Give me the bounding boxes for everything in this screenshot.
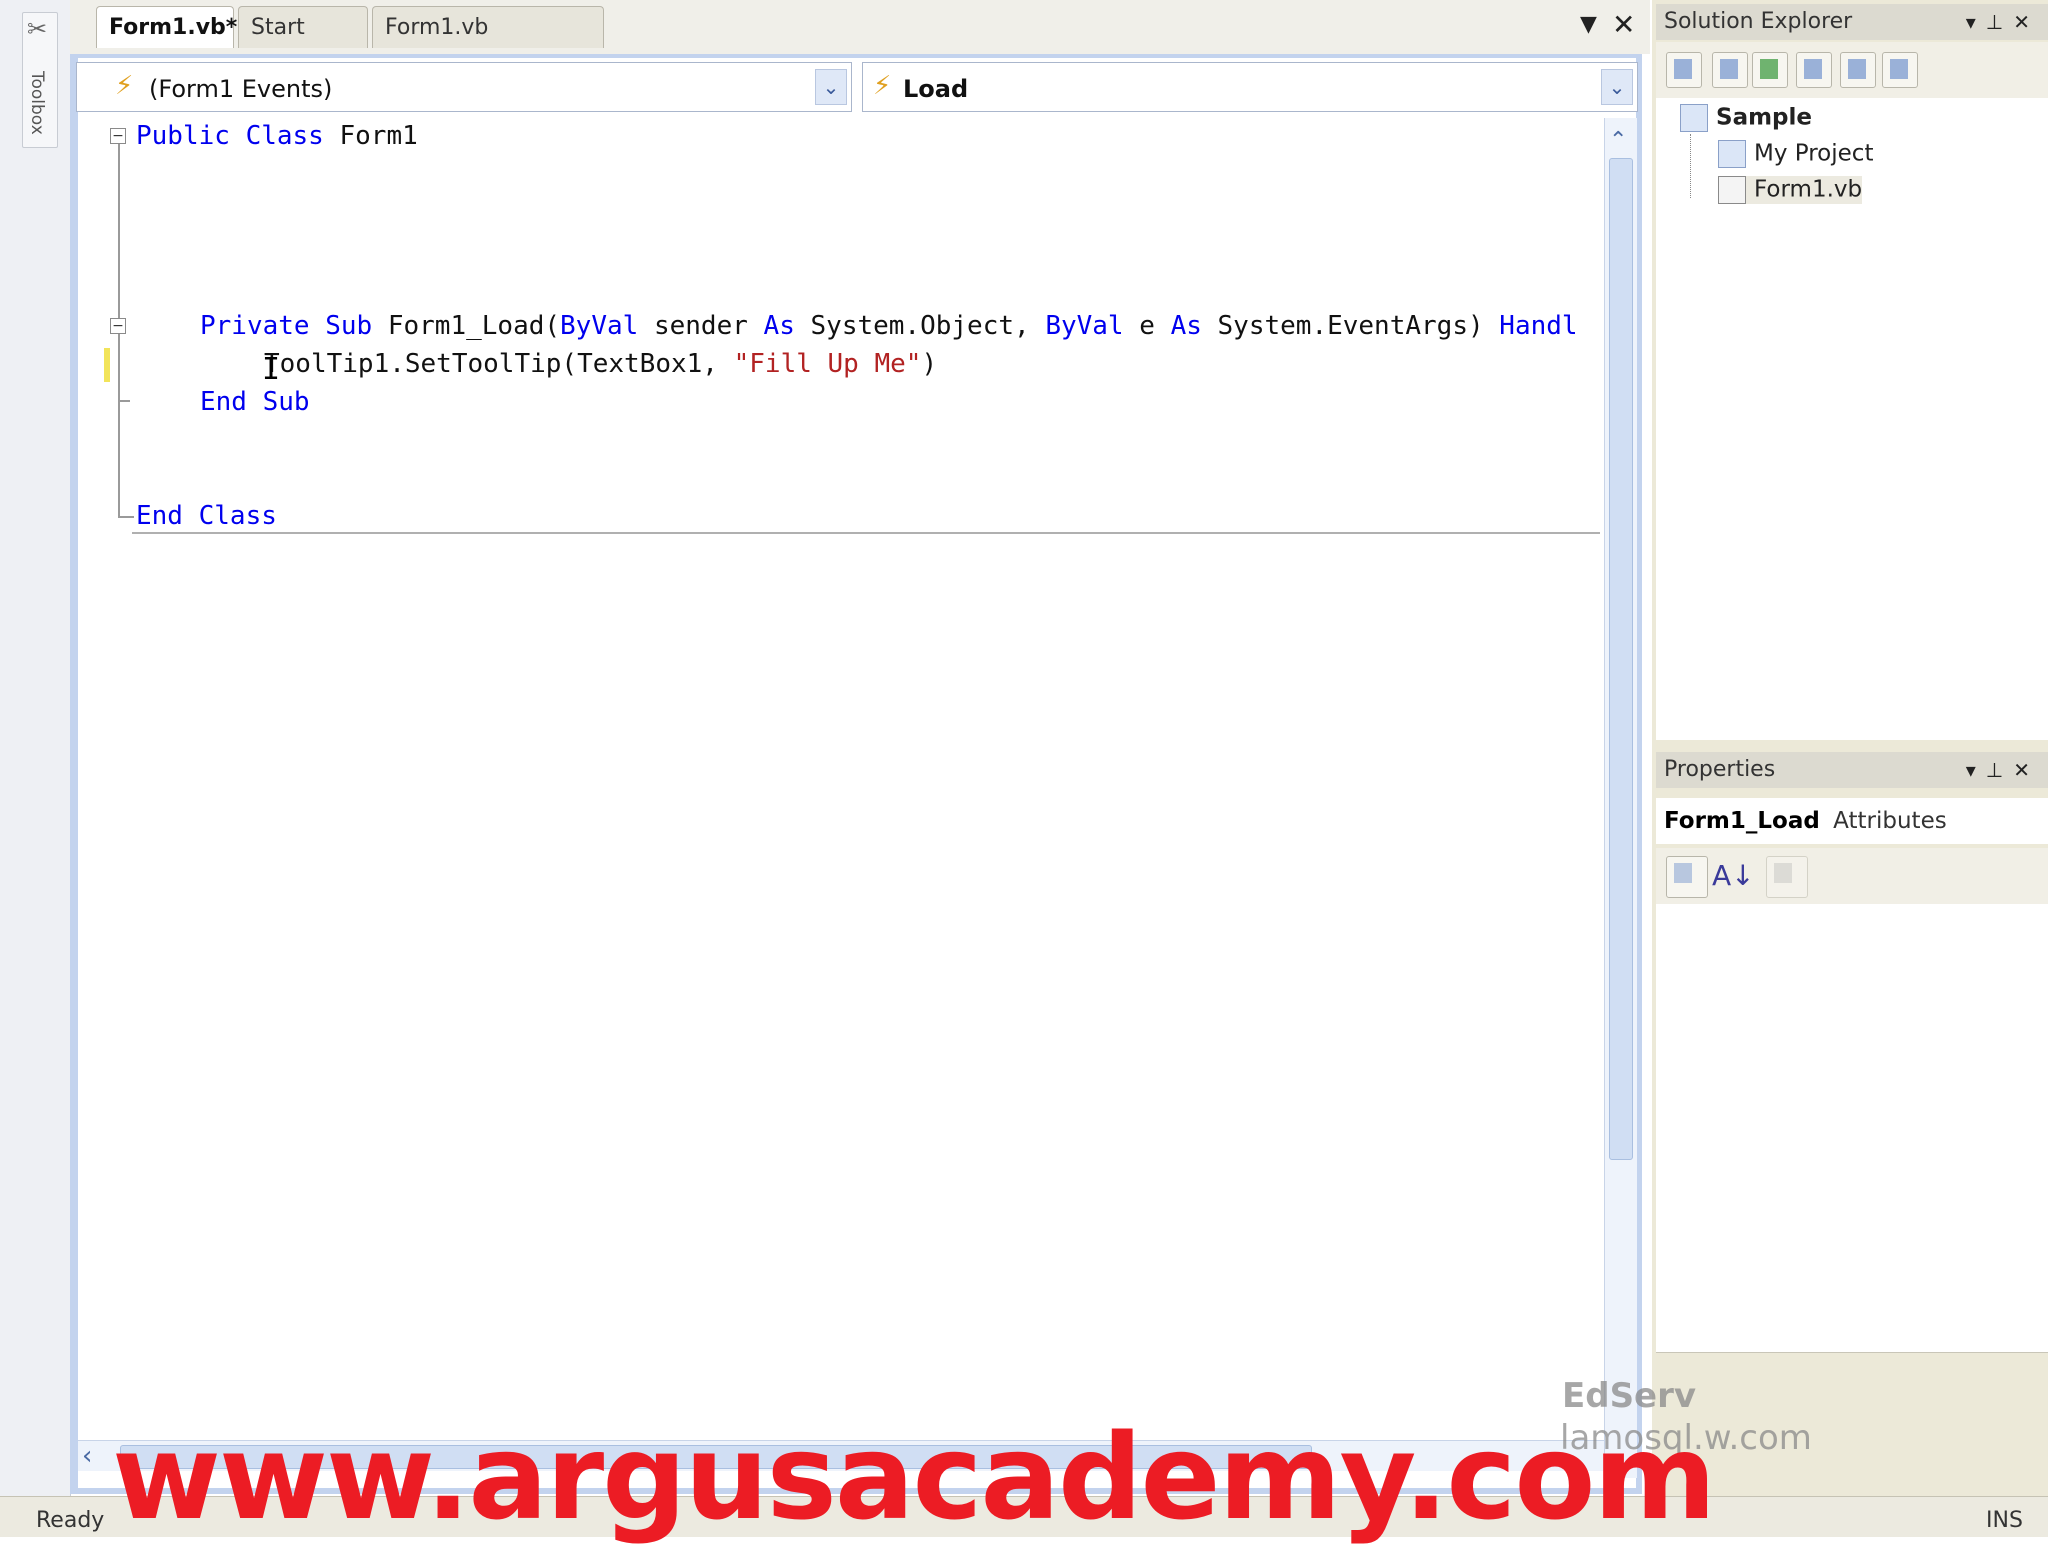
scroll-left-icon[interactable]: ‹ — [82, 1441, 92, 1471]
my-project-icon — [1718, 140, 1746, 168]
solution-explorer-header: Solution Explorer ▾⊥✕ — [1656, 4, 2048, 40]
tree-connector — [1690, 134, 1691, 198]
class-name-combo[interactable]: ⚡ (Form1 Events) ⌄ — [76, 62, 852, 112]
document-tab-strip: Form1.vb* Start Page Form1.vb [Design]* — [70, 0, 1650, 82]
properties-header: Properties ▾⊥✕ — [1656, 752, 2048, 788]
chevron-down-icon[interactable]: ⌄ — [1601, 69, 1633, 105]
event-bolt-icon: ⚡ — [873, 71, 892, 101]
tree-item-my-project[interactable]: My Project — [1718, 140, 1873, 168]
code-line-class: Public Class Form1 — [136, 118, 418, 154]
close-icon[interactable]: ✕ — [2013, 10, 2040, 34]
tab-dropdown-icon[interactable]: ▼ — [1580, 12, 1597, 37]
text-cursor-icon: I — [262, 352, 281, 387]
keyword: Public Class — [136, 121, 324, 151]
vertical-scroll-thumb[interactable] — [1609, 158, 1633, 1160]
alphabetical-icon[interactable]: A↓ — [1712, 856, 1755, 896]
collapse-class-icon[interactable]: − — [110, 128, 126, 144]
property-grid — [1656, 904, 2048, 1352]
code-text: System.Object, — [794, 311, 1046, 341]
method-combo-value: Load — [903, 75, 969, 103]
panel-menu-icon[interactable]: ▾ — [1966, 10, 1986, 34]
tree-item-solution[interactable]: Sample — [1680, 104, 1812, 132]
view-designer-icon[interactable] — [1840, 52, 1876, 88]
vertical-scrollbar[interactable]: ⌃ — [1604, 118, 1637, 1478]
code-text: ) — [921, 349, 938, 379]
tab-close-icon[interactable]: ✕ — [1612, 8, 1635, 41]
keyword: As — [1170, 311, 1202, 341]
method-name-combo[interactable]: ⚡ Load ⌄ — [862, 62, 1638, 112]
collapse-sub-icon[interactable]: − — [110, 318, 126, 334]
pin-icon[interactable]: ⊥ — [1986, 758, 2013, 782]
form-file-icon — [1718, 176, 1746, 204]
code-text: ToolTip1.SetToolTip(TextBox1, — [264, 349, 734, 379]
refresh-icon[interactable] — [1752, 52, 1788, 88]
scroll-up-icon[interactable]: ⌃ — [1609, 128, 1627, 153]
view-code-icon[interactable] — [1796, 52, 1832, 88]
properties-icon[interactable] — [1666, 52, 1702, 88]
code-text: e — [1123, 311, 1171, 341]
keyword: End Sub — [200, 387, 310, 417]
properties-object-selector[interactable]: Form1_Load Attributes — [1656, 798, 2048, 844]
object-name: Form1_Load — [1664, 808, 1820, 834]
property-pages-icon[interactable] — [1766, 856, 1808, 898]
code-line-end-class: End Class — [136, 498, 277, 534]
tree-item-label: Sample — [1716, 104, 1812, 131]
tab-form1-vb[interactable]: Form1.vb* — [96, 6, 237, 48]
identifier: Form1 — [323, 121, 418, 151]
keyword: Handl — [1499, 311, 1578, 341]
keyword: End Class — [136, 501, 277, 531]
solution-icon — [1680, 104, 1708, 132]
toolbox-tab[interactable]: ✂ Toolbox — [22, 12, 58, 148]
sub-end-tick — [118, 400, 130, 402]
show-all-files-icon[interactable] — [1712, 52, 1748, 88]
tree-item-label: My Project — [1754, 140, 1874, 167]
keyword: ByVal — [560, 311, 639, 341]
status-ins: INS — [1986, 1508, 2023, 1533]
status-ready: Ready — [36, 1508, 105, 1533]
events-bolt-icon: ⚡ — [115, 71, 134, 101]
code-line-sub: Private Sub Form1_Load(ByVal sender As S… — [200, 308, 1578, 344]
argus-watermark: www.argusacademy.com — [112, 1408, 1716, 1546]
code-text: sender — [638, 311, 764, 341]
view-class-diagram-icon[interactable] — [1882, 52, 1918, 88]
keyword: As — [763, 311, 795, 341]
pin-icon[interactable]: ⊥ — [1986, 10, 2013, 34]
code-line-end-sub: End Sub — [200, 384, 310, 420]
properties-toolbar: A↓ — [1656, 848, 2048, 904]
change-marker — [104, 348, 110, 382]
procedure-separator — [132, 532, 1600, 534]
tab-form1-design[interactable]: Form1.vb [Design]* — [372, 6, 604, 82]
categorized-icon[interactable] — [1666, 856, 1708, 898]
tree-item-form1[interactable]: Form1.vb — [1718, 176, 1863, 204]
keyword: ByVal — [1045, 311, 1124, 341]
code-text: System.EventArgs) — [1201, 311, 1500, 341]
string-literal: "Fill Up Me" — [733, 349, 922, 379]
toolbox-label: Toolbox — [27, 71, 47, 135]
keyword: Private Sub — [200, 311, 373, 341]
toolbox-icon: ✂ — [27, 15, 48, 43]
solution-explorer-title: Solution Explorer — [1664, 9, 1853, 34]
solution-explorer-toolbar — [1656, 42, 2048, 98]
chevron-down-icon[interactable]: ⌄ — [815, 69, 847, 105]
tree-item-label: Form1.vb — [1754, 176, 1863, 203]
close-icon[interactable]: ✕ — [2013, 758, 2040, 782]
properties-title: Properties — [1664, 757, 1776, 782]
class-combo-value: (Form1 Events) — [149, 75, 333, 103]
tab-start-page[interactable]: Start Page — [238, 6, 368, 82]
object-type: Attributes — [1833, 808, 1947, 834]
panel-menu-icon[interactable]: ▾ — [1966, 758, 1986, 782]
toolbox-strip: ✂ Toolbox — [0, 0, 71, 1510]
code-text: Form1_Load( — [372, 311, 561, 341]
class-end-tick — [118, 516, 134, 518]
code-line-settooltip: ToolTip1.SetToolTip(TextBox1, "Fill Up M… — [264, 346, 937, 382]
